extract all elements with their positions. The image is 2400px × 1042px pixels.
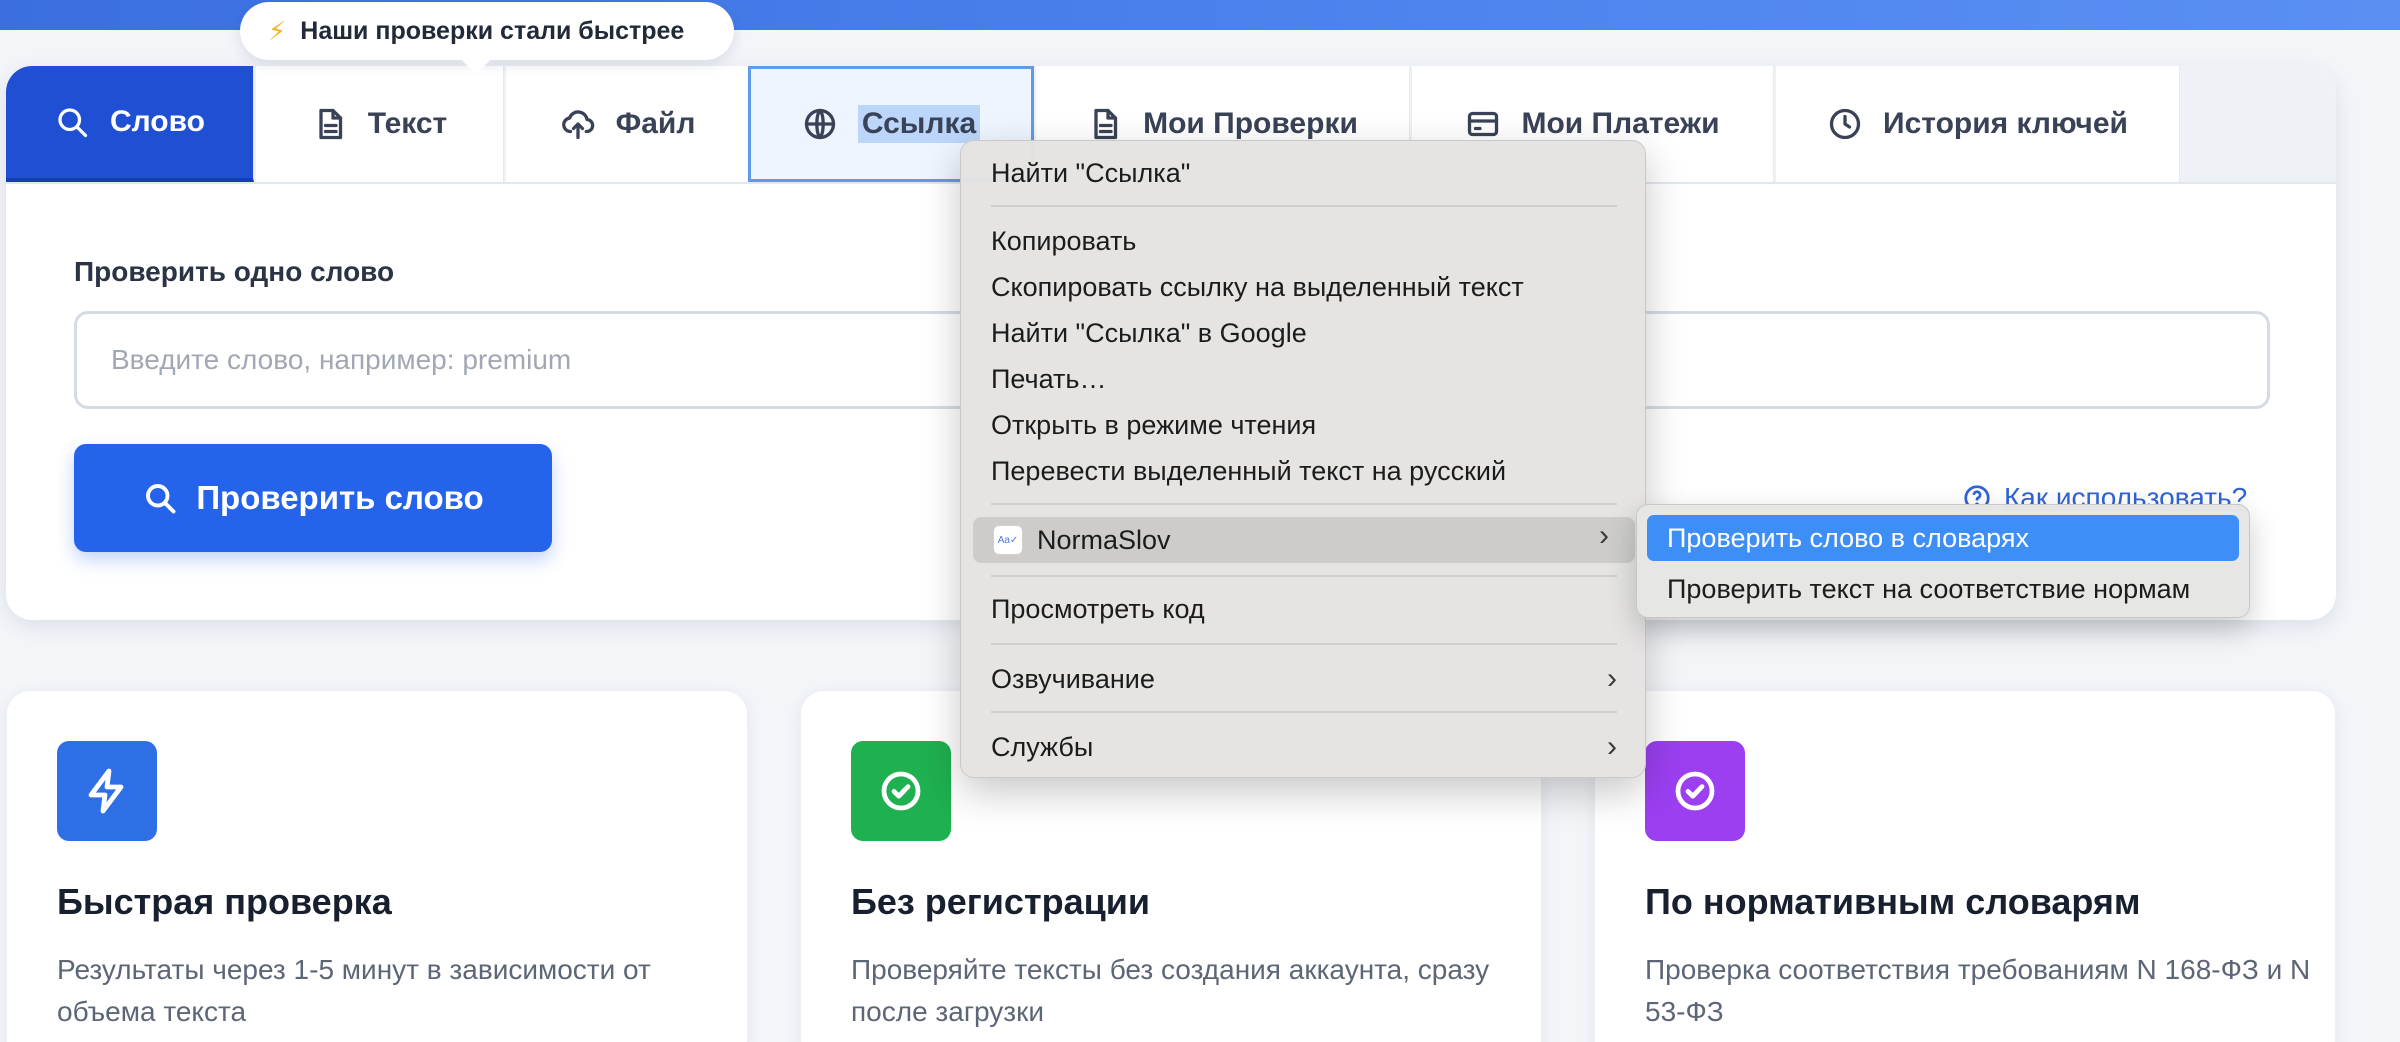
menu-item-services-label: Службы <box>991 732 1094 762</box>
tab-link-label: Ссылка <box>857 105 981 143</box>
normaslov-submenu: Проверить слово в словарях Проверить тек… <box>1636 504 2250 618</box>
clock-icon <box>1829 108 1861 140</box>
menu-item-speech[interactable]: Озвучивание › <box>991 659 1617 699</box>
menu-separator <box>991 711 1617 713</box>
tab-file[interactable]: Файл <box>506 66 750 182</box>
feature-text: Проверка соответствия требованиям N 168-… <box>1645 954 2311 1027</box>
menu-separator <box>991 205 1617 207</box>
menu-item-print[interactable]: Печать… <box>991 359 1106 399</box>
announcement-badge: ⚡ Наши проверки стали быстрее <box>240 2 734 60</box>
menu-item-translate[interactable]: Перевести выделенный текст на русский <box>991 451 1506 491</box>
menu-item-normaslov-label: NormaSlov <box>1037 524 1171 555</box>
chevron-right-icon: › <box>1599 519 1609 552</box>
tab-my-payments-label: Мои Платежи <box>1521 107 1720 140</box>
menu-item-inspect[interactable]: Просмотреть код <box>991 589 1205 629</box>
check-circle-icon <box>1675 771 1715 811</box>
feature-icon-box <box>1645 741 1745 841</box>
menu-item-copy[interactable]: Копировать <box>991 221 1136 261</box>
menu-item-normaslov[interactable]: Aa✓ NormaSlov › <box>973 517 1635 563</box>
check-word-button-label: Проверить слово <box>196 479 484 516</box>
announcement-text: Наши проверки стали быстрее <box>300 16 685 45</box>
check-word-button[interactable]: Проверить слово <box>74 444 552 552</box>
menu-separator <box>991 643 1617 645</box>
submenu-item-check-word[interactable]: Проверить слово в словарях <box>1647 515 2239 561</box>
menu-item-services[interactable]: Службы › <box>991 727 1617 767</box>
menu-item-search-google[interactable]: Найти "Ссылка" в Google <box>991 313 1307 353</box>
document-icon <box>1094 108 1118 140</box>
feature-text: Результаты через 1-5 минут в зависимости… <box>57 954 651 1027</box>
chevron-right-icon: › <box>1607 662 1617 695</box>
tab-file-label: Файл <box>615 107 696 140</box>
search-icon <box>58 108 88 138</box>
menu-item-reader-mode[interactable]: Открыть в режиме чтения <box>991 405 1316 445</box>
feature-text: Проверяйте тексты без создания аккаунта,… <box>851 954 1490 1027</box>
tab-text[interactable]: Текст <box>256 66 504 182</box>
feature-title: Быстрая проверка <box>57 881 392 922</box>
tab-word-label: Слово <box>109 105 206 138</box>
lightning-icon: ⚡ <box>268 16 287 46</box>
menu-item-find[interactable]: Найти "Ссылка" <box>991 153 1190 193</box>
card-icon <box>1468 111 1499 137</box>
feature-card-dictionaries: По нормативным словарям Проверка соответ… <box>1594 690 2336 1042</box>
menu-item-speech-label: Озвучивание <box>991 664 1155 694</box>
cloud-upload-icon <box>561 110 594 140</box>
tab-my-checks-label: Мои Проверки <box>1143 107 1358 140</box>
globe-icon <box>804 108 835 140</box>
menu-separator <box>991 503 1617 505</box>
tab-key-history-label: История ключей <box>1883 107 2128 140</box>
tab-text-label: Текст <box>367 107 448 140</box>
chevron-right-icon: › <box>1607 730 1617 763</box>
document-icon <box>319 108 342 140</box>
feature-title: По нормативным словарям <box>1645 881 2141 922</box>
tab-word[interactable]: Слово <box>6 66 254 182</box>
menu-separator <box>991 575 1617 577</box>
menu-item-copy-link[interactable]: Скопировать ссылку на выделенный текст <box>991 267 1524 307</box>
normaslov-logo-icon: Aa✓ <box>993 525 1023 555</box>
search-icon <box>146 484 176 514</box>
feature-icon-box <box>57 741 157 841</box>
feature-title: Без регистрации <box>851 881 1150 922</box>
feature-icon-box <box>851 741 951 841</box>
word-field-label: Проверить одно слово <box>74 256 395 287</box>
submenu-item-check-text[interactable]: Проверить текст на соответствие нормам <box>1667 567 2190 611</box>
tab-key-history[interactable]: История ключей <box>1776 66 2180 182</box>
lightning-icon <box>88 768 124 814</box>
feature-card-fast: Быстрая проверка Результаты через 1-5 ми… <box>6 690 748 1042</box>
check-circle-icon <box>881 771 921 811</box>
context-menu: Найти "Ссылка" Копировать Скопировать сс… <box>960 140 1646 778</box>
